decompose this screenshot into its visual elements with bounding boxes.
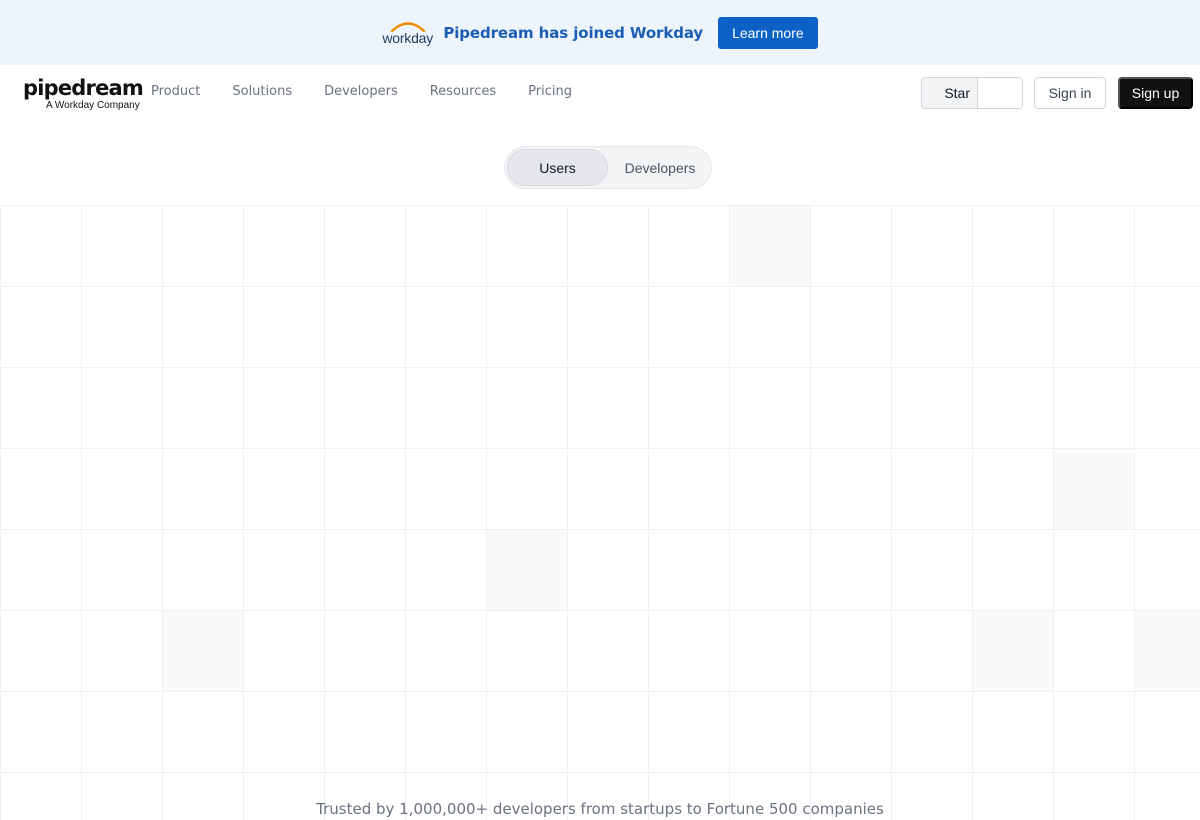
banner-message: Pipedream has joined Workday <box>443 23 704 42</box>
workday-logo: workday <box>382 20 434 46</box>
top-nav: pipedream A Workday Company Product Solu… <box>0 65 1200 121</box>
grid-highlight-cell <box>972 610 1053 691</box>
nav-links: Product Solutions Developers Resources P… <box>151 84 604 99</box>
workday-logo-text: workday <box>382 29 434 46</box>
pipedream-logo[interactable]: pipedream A Workday Company <box>23 76 144 112</box>
learn-more-button[interactable]: Learn more <box>718 16 818 49</box>
star-button[interactable]: Star <box>922 78 978 108</box>
nav-link-resources[interactable]: Resources <box>430 84 496 99</box>
toggle-developers[interactable]: Developers <box>610 149 710 186</box>
nav-link-solutions[interactable]: Solutions <box>232 84 292 99</box>
announcement-banner: workday Pipedream has joined Workday Lea… <box>0 0 1200 65</box>
sign-in-button[interactable]: Sign in <box>1034 77 1106 109</box>
trusted-by-text: Trusted by 1,000,000+ developers from st… <box>316 800 884 818</box>
star-count <box>978 78 1022 108</box>
logo-wordmark: pipedream <box>23 76 144 100</box>
grid-highlight-cell <box>162 610 243 691</box>
grid-pattern <box>0 205 1200 820</box>
toggle-users[interactable]: Users <box>507 149 608 186</box>
github-star-widget[interactable]: Star <box>921 77 1023 109</box>
nav-link-product[interactable]: Product <box>151 84 200 99</box>
grid-highlight-cell <box>486 529 567 610</box>
audience-toggle: Users Developers <box>504 146 712 189</box>
hero-grid-background <box>0 205 1200 820</box>
nav-link-developers[interactable]: Developers <box>324 84 398 99</box>
nav-link-pricing[interactable]: Pricing <box>528 84 572 99</box>
grid-highlight-cell <box>729 205 810 286</box>
logo-tagline: A Workday Company <box>46 100 140 111</box>
grid-highlight-cell <box>1134 610 1200 691</box>
sign-up-button[interactable]: Sign up <box>1118 77 1193 109</box>
grid-highlight-cell <box>1053 448 1134 529</box>
